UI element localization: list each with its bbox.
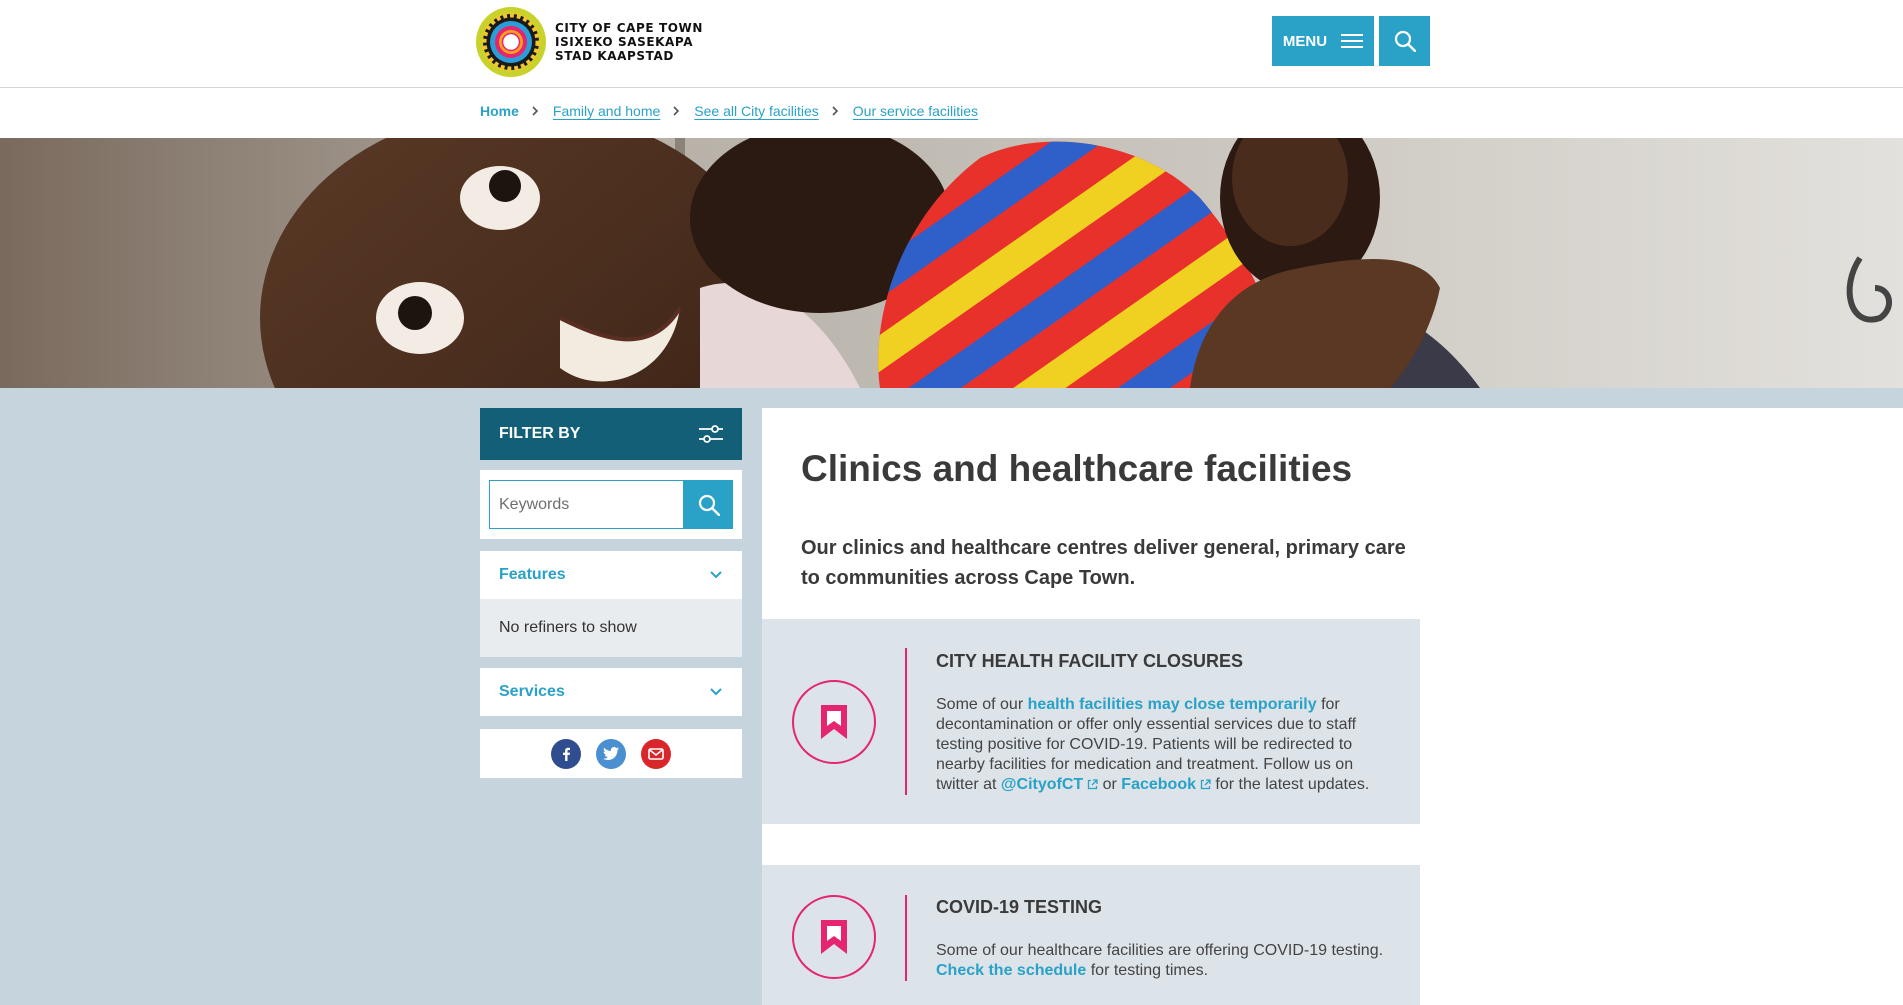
chevron-right-icon (672, 105, 682, 117)
health-facilities-closures-link[interactable]: health facilities may close temporarily (1028, 696, 1317, 713)
hero-image (0, 138, 1903, 388)
chevron-right-icon (531, 105, 541, 117)
hero-photo (0, 138, 1903, 388)
menu-label: MENU (1282, 32, 1328, 50)
notice-card-closures: CITY HEALTH FACILITY CLOSURES Some of ou… (762, 619, 1420, 824)
twitter-icon[interactable] (596, 738, 626, 769)
features-refiners-panel: No refiners to show (480, 599, 742, 657)
site-header: CITY OF CAPE TOWN ISIXEKO SASEKAPA STAD … (0, 0, 1903, 88)
link-text: Facebook (1121, 776, 1196, 793)
cityofct-twitter-link[interactable]: @CityofCT (1001, 776, 1098, 793)
notice-text: Some of our healthcare facilities are of… (936, 942, 1384, 959)
notice-title: CITY HEALTH FACILITY CLOSURES (936, 651, 1244, 671)
social-share-bar (480, 729, 742, 778)
breadcrumb-family-and-home-link[interactable]: Family and home (553, 103, 660, 119)
features-accordion-toggle[interactable]: Features (480, 551, 742, 599)
notice-card-testing: COVID-19 TESTING Some of our healthcare … (762, 865, 1420, 1005)
breadcrumb-city-facilities-link[interactable]: See all City facilities (694, 103, 819, 119)
page-intro: Our clinics and healthcare centres deliv… (801, 537, 1406, 589)
bookmark-icon (792, 680, 876, 764)
chevron-right-icon (831, 105, 841, 117)
breadcrumb-service-facilities-link[interactable]: Our service facilities (853, 103, 978, 119)
page: CITY OF CAPE TOWN ISIXEKO SASEKAPA STAD … (0, 0, 1903, 1005)
hamburger-icon (1341, 34, 1364, 48)
city-emblem-icon (476, 7, 546, 77)
logo-line: STAD KAAPSTAD (555, 49, 674, 63)
check-schedule-link[interactable]: Check the schedule (936, 962, 1086, 979)
header-search-button[interactable] (1379, 16, 1430, 66)
notice-text: or (1098, 776, 1122, 793)
chevron-down-icon (710, 571, 722, 579)
keyword-search-box (480, 470, 742, 539)
sliders-icon (699, 425, 723, 443)
facebook-page-link[interactable]: Facebook (1121, 776, 1211, 793)
notice-divider (905, 895, 907, 981)
external-link-icon (1088, 779, 1098, 790)
keywords-search-button[interactable] (684, 480, 733, 529)
city-logo[interactable]: CITY OF CAPE TOWN ISIXEKO SASEKAPA STAD … (475, 6, 703, 78)
notice-body: Some of our healthcare facilities are of… (936, 941, 1396, 981)
features-label: Features (499, 566, 566, 583)
logo-wordmark: CITY OF CAPE TOWN ISIXEKO SASEKAPA STAD … (555, 21, 703, 63)
search-icon (698, 494, 720, 516)
menu-button[interactable]: MENU (1272, 16, 1374, 66)
breadcrumb-home-link[interactable]: Home (480, 103, 519, 119)
link-text: @CityofCT (1000, 776, 1084, 793)
email-icon[interactable] (641, 738, 671, 769)
no-refiners-text: No refiners to show (499, 619, 637, 636)
bookmark-icon (792, 895, 876, 979)
notice-body: Some of our health facilities may close … (936, 695, 1396, 795)
search-icon (1394, 30, 1416, 52)
keywords-input[interactable] (489, 480, 684, 529)
notice-text: for testing times. (1086, 962, 1209, 979)
notice-title: COVID-19 TESTING (936, 897, 1103, 917)
chevron-down-icon (710, 688, 722, 696)
notice-text: Some of our (936, 696, 1028, 713)
logo-line: CITY OF CAPE TOWN (555, 21, 704, 35)
filter-by-header[interactable]: FILTER BY (480, 408, 742, 460)
notice-divider (905, 648, 907, 795)
external-link-icon (1200, 779, 1211, 790)
page-title: Clinics and healthcare facilities (801, 448, 1353, 489)
facebook-icon[interactable] (551, 738, 581, 769)
logo-line: ISIXEKO SASEKAPA (555, 35, 694, 49)
services-accordion-toggle[interactable]: Services (480, 668, 742, 716)
breadcrumb: Home Family and home See all City facili… (480, 101, 978, 121)
services-label: Services (499, 683, 565, 700)
filter-by-label: FILTER BY (499, 425, 581, 442)
notice-text: for the latest updates. (1210, 776, 1370, 793)
